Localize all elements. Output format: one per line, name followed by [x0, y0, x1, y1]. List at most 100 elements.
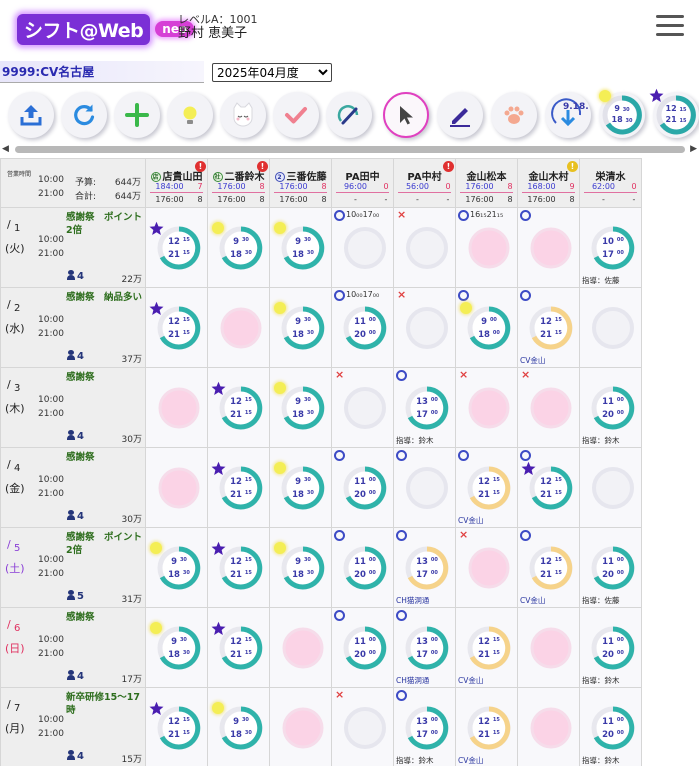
staff-header-8[interactable]: 栄清水 62:00 0- - [579, 158, 642, 208]
shift-ring [530, 707, 572, 749]
staff-header-5[interactable]: PA中村! 56:00 0- - [393, 158, 456, 208]
shift-cell[interactable]: 13 00 17 00 指導：鈴木 [393, 367, 456, 448]
check-icon [285, 107, 307, 124]
shift-cell[interactable]: 11 00 20 00 指導：鈴木 [579, 367, 642, 448]
start-min: 15 [244, 557, 252, 563]
hamburger-menu-icon[interactable] [656, 15, 684, 39]
shift-cell[interactable]: 12 15 21 15 [517, 447, 580, 528]
shift-cell[interactable]: 13 00 17 00 CH猫洞通 [393, 527, 456, 608]
shift-cell[interactable]: × [331, 687, 394, 766]
shift-cell[interactable] [579, 287, 642, 368]
shift-cell[interactable]: × [393, 207, 456, 288]
shift-cell[interactable]: 11 00 20 00 指導：鈴木 [579, 687, 642, 766]
staff-header-4[interactable]: PA田中 96:00 0- - [331, 158, 394, 208]
shift-cell[interactable]: 12 15 21 15 [207, 367, 270, 448]
store-input[interactable] [0, 61, 204, 83]
day-header-cell[interactable]: /3 (木) 10:00 21:00 感謝祭 4 30万 [0, 367, 146, 448]
edit-range-button[interactable] [326, 92, 372, 138]
shift-cell[interactable] [207, 287, 270, 368]
shift-cell[interactable]: 11 00 20 00 [331, 447, 394, 528]
day-header-cell[interactable]: /1 (火) 10:00 21:00 感謝祭 ポイント2倍 4 22万 [0, 207, 146, 288]
shift-cell[interactable]: 13 00 17 00 指導：鈴木 [393, 687, 456, 766]
shift-cell[interactable]: 12 15 21 15 CV金山 [455, 447, 518, 528]
shift-cell[interactable]: 12 15 21 15 [145, 287, 208, 368]
shift-cell[interactable]: 9 30 18 30 [207, 687, 270, 766]
shift-cell[interactable] [145, 367, 208, 448]
download-button[interactable]: 9.18. [545, 92, 591, 138]
shift-template-sun-button[interactable]: 9 30 18 30 [599, 90, 645, 138]
shift-cell[interactable] [145, 447, 208, 528]
shift-cell[interactable]: 9 30 18 30 [145, 527, 208, 608]
horizontal-scrollbar[interactable]: ◀ ▶ [0, 143, 699, 155]
shift-cell[interactable] [517, 207, 580, 288]
hint-button[interactable] [167, 92, 213, 138]
pen-tool-button[interactable] [437, 92, 483, 138]
app-logo[interactable]: シフト@Web neo [17, 12, 195, 46]
shift-cell[interactable]: 9 00 18 00 [455, 287, 518, 368]
shift-cell[interactable]: 12 15 21 15 CV金山 [517, 527, 580, 608]
upload-button[interactable] [8, 92, 54, 138]
shift-cell[interactable]: 9 30 18 30 [269, 287, 332, 368]
shift-cell[interactable]: 12 15 21 15 [207, 447, 270, 528]
shift-cell[interactable]: × [455, 367, 518, 448]
refresh-button[interactable] [61, 92, 107, 138]
shift-cell[interactable]: 11 00 20 00 [331, 527, 394, 608]
total-value: 644万 [114, 192, 141, 202]
shift-cell[interactable]: 12 15 21 15 [145, 207, 208, 288]
shift-cell[interactable]: × [393, 287, 456, 368]
add-button[interactable] [114, 92, 160, 138]
shift-cell[interactable]: × [455, 527, 518, 608]
check-button[interactable] [273, 92, 319, 138]
shift-cell[interactable]: 9 30 18 30 [207, 207, 270, 288]
shift-cell[interactable]: 12 15 21 15 [207, 607, 270, 688]
shift-cell[interactable] [269, 687, 332, 766]
staff-header-3[interactable]: 2 三番佐藤 176:00 8 176:00 8 [269, 158, 332, 208]
shift-cell[interactable]: 12 15 21 15 CV金山 [455, 687, 518, 766]
day-header-cell[interactable]: /2 (水) 10:00 21:00 感謝祭 納品多い 4 37万 [0, 287, 146, 368]
shift-cell[interactable]: × [517, 367, 580, 448]
scroll-right-arrow-icon[interactable]: ▶ [690, 144, 697, 154]
shift-cell[interactable]: × [331, 367, 394, 448]
shift-cell[interactable]: 13 00 17 00 CH猫洞通 [393, 607, 456, 688]
staff-header-7[interactable]: 金山木村! 168:00 9 176:00 8 [517, 158, 580, 208]
shift-cell[interactable]: 12 15 21 15 [207, 527, 270, 608]
shift-cell[interactable]: 11 00 20 00 10₀₀17₀₀ [331, 287, 394, 368]
divider [336, 192, 389, 193]
shift-cell[interactable]: 11 00 20 00 [331, 607, 394, 688]
shift-cell[interactable] [517, 687, 580, 766]
day-header-cell[interactable]: /4 (金) 10:00 21:00 感謝祭 4 30万 [0, 447, 146, 528]
shift-cell[interactable] [393, 447, 456, 528]
shift-cell[interactable] [579, 447, 642, 528]
day-header-cell[interactable]: /7 (月) 10:00 21:00 新卒研修15～17時 4 15万 [0, 687, 146, 766]
month-select[interactable]: 2025年04月度 [212, 63, 332, 82]
staff-header-2[interactable]: 社二番鈴木! 176:00 8 176:00 8 [207, 158, 270, 208]
day-header-cell[interactable]: /6 (日) 10:00 21:00 感謝祭 4 17万 [0, 607, 146, 688]
sleep-button[interactable] [220, 92, 266, 138]
shift-cell[interactable] [269, 607, 332, 688]
shift-cell[interactable]: 9 30 18 30 [269, 447, 332, 528]
paw-button[interactable] [491, 92, 537, 138]
scrollbar-thumb[interactable] [15, 146, 685, 153]
shift-cell[interactable]: 12 15 21 15 [145, 687, 208, 766]
shift-cell[interactable]: 11 00 20 00 指導：鈴木 [579, 607, 642, 688]
shift-cell[interactable]: 12 15 21 15 CV金山 [455, 607, 518, 688]
staff-header-1[interactable]: 店店貴山田! 184:00 7 176:00 8 [145, 158, 208, 208]
shift-cell[interactable]: 9 30 18 30 [145, 607, 208, 688]
shift-cell[interactable]: 9 30 18 30 [269, 207, 332, 288]
shift-cell[interactable] [517, 607, 580, 688]
select-tool-button[interactable] [383, 92, 429, 138]
person-icon [67, 750, 75, 760]
shift-cell[interactable]: 12 15 21 15 CV金山 [517, 287, 580, 368]
shift-cell[interactable]: 10 00 17 00 指導：佐藤 [579, 207, 642, 288]
day-header-cell[interactable]: /5 (土) 10:00 21:00 感謝祭 ポイント2倍 5 31万 [0, 527, 146, 608]
shift-template-star-button[interactable]: 12 15 21 15 [649, 88, 699, 138]
shift-cell[interactable]: 10₀₀17₀₀ [331, 207, 394, 288]
request-circle-icon [334, 610, 345, 621]
shift-cell[interactable]: 11 00 20 00 指導：佐藤 [579, 527, 642, 608]
shift-cell[interactable]: 16₁₅21₁₅ [455, 207, 518, 288]
shift-cell[interactable]: 9 30 18 30 [269, 527, 332, 608]
scroll-left-arrow-icon[interactable]: ◀ [2, 144, 9, 154]
staff-header-6[interactable]: 金山松本 176:00 8 176:00 8 [455, 158, 518, 208]
pen-icon [450, 108, 470, 127]
shift-cell[interactable]: 9 30 18 30 [269, 367, 332, 448]
